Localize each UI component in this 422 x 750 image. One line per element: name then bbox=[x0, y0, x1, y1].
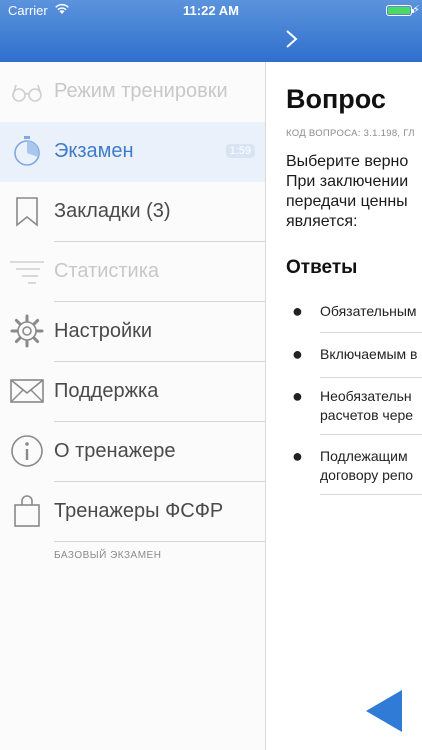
question-panel: Вопрос КОД ВОПРОСА: 3.1.198, ГЛ Выберите… bbox=[266, 62, 422, 750]
answer-text: Включаемым в bbox=[320, 346, 418, 362]
divider bbox=[320, 377, 422, 378]
sidebar-item-label: Тренажеры ФСФР bbox=[54, 500, 224, 522]
navigation-bar: Carrier 11:22 AM ⚡ bbox=[0, 0, 422, 62]
answer-text: Необязательн расчетов чере bbox=[320, 388, 414, 423]
answers-heading: Ответы bbox=[286, 257, 358, 278]
sidebar-item-label: Режим тренировки bbox=[54, 80, 228, 102]
divider bbox=[54, 541, 265, 542]
charging-icon: ⚡ bbox=[412, 4, 420, 16]
answer-text: Подлежащим договору репо bbox=[320, 448, 414, 483]
sidebar-item-support[interactable]: Поддержка bbox=[0, 362, 265, 422]
answer-text: Обязательным bbox=[320, 303, 417, 319]
bag-icon bbox=[14, 495, 40, 527]
timer-badge: 1:59 bbox=[225, 144, 255, 158]
page-title: Вопрос bbox=[286, 84, 386, 114]
sidebar-item-exam[interactable]: Экзамен 1:59 bbox=[0, 122, 265, 182]
sidebar-menu: Режим тренировки Экзамен 1:59 Закладки (… bbox=[0, 62, 266, 750]
sidebar-item-statistics[interactable]: Статистика bbox=[0, 242, 265, 302]
sidebar-item-bookmarks[interactable]: Закладки (3) bbox=[0, 182, 265, 242]
battery-icon bbox=[386, 5, 414, 16]
info-icon bbox=[11, 435, 43, 467]
sidebar-item-fsfr-trainers[interactable]: Тренажеры ФСФР bbox=[0, 482, 265, 542]
sidebar-item-label: Поддержка bbox=[54, 380, 159, 402]
bullet-icon: ● bbox=[292, 446, 303, 466]
bookmark-icon bbox=[16, 197, 38, 227]
bullet-icon: ● bbox=[292, 344, 303, 364]
list-icon bbox=[10, 261, 44, 284]
clock: 11:22 AM bbox=[183, 3, 239, 18]
question-text: Выберите верно При заключении передачи ц… bbox=[286, 153, 409, 230]
sidebar-item-label: Экзамен bbox=[54, 140, 134, 162]
sidebar-item-settings[interactable]: Настройки bbox=[0, 302, 265, 362]
bullet-icon: ● bbox=[292, 301, 303, 321]
question-code: КОД ВОПРОСА: 3.1.198, ГЛ bbox=[286, 128, 415, 139]
back-arrow-icon[interactable] bbox=[364, 690, 404, 732]
section-footer-label: БАЗОВЫЙ ЭКЗАМЕН bbox=[54, 550, 162, 561]
sidebar-item-label: Настройки bbox=[54, 320, 153, 342]
status-bar: Carrier 11:22 AM ⚡ bbox=[0, 0, 422, 22]
bullet-icon: ● bbox=[292, 386, 303, 406]
divider bbox=[320, 434, 422, 435]
sidebar-item-label: Закладки (3) bbox=[54, 200, 171, 222]
sidebar-item-training-mode[interactable]: Режим тренировки bbox=[0, 62, 265, 122]
stopwatch-icon bbox=[14, 136, 40, 166]
mail-icon bbox=[10, 379, 44, 403]
divider bbox=[320, 494, 422, 495]
gear-icon bbox=[10, 314, 44, 348]
chevron-right-icon[interactable] bbox=[282, 28, 302, 50]
glasses-icon bbox=[12, 84, 42, 102]
sidebar-item-about[interactable]: О тренажере bbox=[0, 422, 265, 482]
sidebar-item-label: Статистика bbox=[54, 260, 160, 282]
divider bbox=[320, 332, 422, 333]
sidebar-item-label: О тренажере bbox=[54, 440, 176, 462]
